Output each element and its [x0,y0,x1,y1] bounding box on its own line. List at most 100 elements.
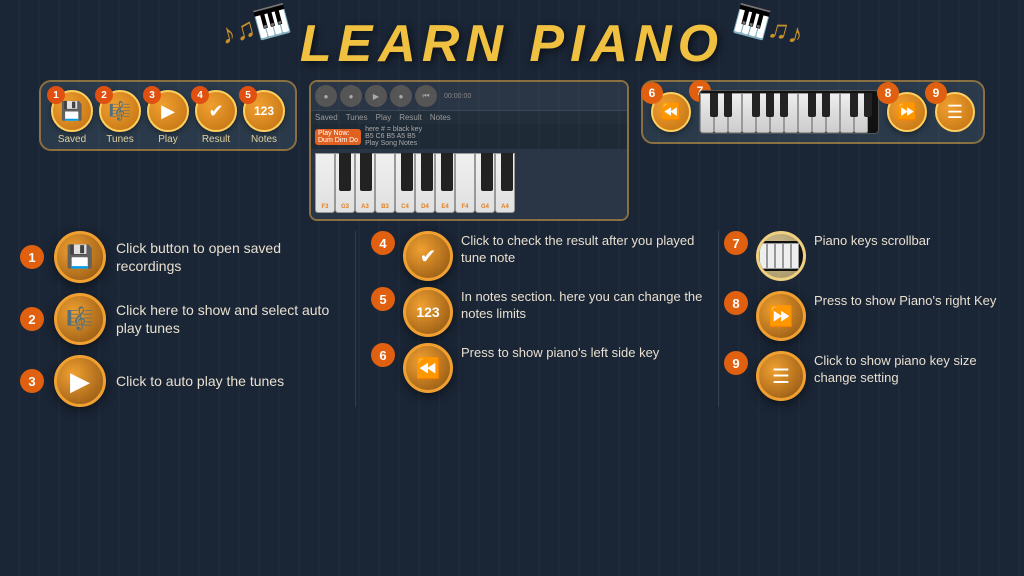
key-f4-label: F4 [461,204,468,210]
key-e4-label: E4 [441,204,448,210]
black-key-6[interactable] [481,153,493,191]
black-key-5[interactable] [441,153,453,191]
toolbar-item-tunes[interactable]: 2 🎼 Tunes [99,90,141,145]
badge6-wrap: 6 ⏪ [651,92,691,132]
callout-row-7: 7 Piano keys scrollbar [724,231,1004,281]
badge-4: 4 [191,86,209,104]
note-hint: here # = black key B5 C6 B5 A5 B5 Play S… [365,126,422,147]
callout-text-4: Click to check the result after you play… [461,231,703,267]
callout-badge-3: 3 [20,369,44,393]
black-key-2[interactable] [360,153,372,191]
note-hint-text: here # = black key [365,126,422,133]
key-a3-label: A3 [361,204,369,210]
mini-wk2 [767,243,775,269]
tunes-label: Tunes [106,134,133,145]
callout-text-2: Click here to show and select auto play … [116,301,350,337]
sbk2 [724,93,732,117]
play-now-label: Play Now: [318,130,358,137]
callout-text-3: Click to auto play the tunes [116,372,284,390]
key-f4[interactable]: F4 [455,153,475,213]
key-f3[interactable]: F3 [315,153,335,213]
play-now-box: Play Now: Dum Dim Do [315,129,361,145]
callout-text-8: Press to show Piano's right Key [814,291,996,310]
callout-icon-6[interactable]: ⏪ [403,343,453,393]
toolbar-item-result[interactable]: 4 ✔ Result [195,90,237,145]
left-callouts: 1 💾 Click button to open saved recording… [20,231,350,407]
callout-text-9: Click to show piano key size change sett… [814,351,1004,387]
callout-icon-5[interactable]: 123 [403,287,453,337]
piano-keys-area: F3 G3 A3 B3 C4 D4 E4 F4 G4 A4 [311,149,627,219]
black-key-4[interactable] [421,153,433,191]
callout-badge-2: 2 [20,307,44,331]
mini-wk3 [775,243,783,269]
black-key-3[interactable] [401,153,413,191]
badge8-wrap: 8 ⏩ [887,92,927,132]
piano-ctrl-3[interactable]: ▶ [365,85,387,107]
badge-1: 1 [47,86,65,104]
sbk9 [864,93,872,117]
scroll-piano-wrap: 7 [699,90,879,134]
piano-display: ● ● ▶ ● ⏮ 00:00:00 Saved Tunes Play Resu… [309,80,629,221]
mini-wk4 [783,243,791,269]
callout-icon-9[interactable]: ☰ [756,351,806,401]
badge-2: 2 [95,86,113,104]
piano-top-bar: ● ● ▶ ● ⏮ 00:00:00 [311,82,627,111]
callout-icon-2[interactable]: 🎼 [54,293,106,345]
key-b3-label: B3 [381,204,389,210]
callout-row-6: 6 ⏪ Press to show piano's left side key [371,343,703,393]
top-badge-8: 8 [877,82,899,104]
key-f3-label: F3 [321,204,328,210]
piano-ctrl-4[interactable]: ● [390,85,412,107]
toolbar-item-saved[interactable]: 1 💾 Saved [51,90,93,145]
top-badge-6: 6 [641,82,663,104]
piano-ctrl-2[interactable]: ● [340,85,362,107]
top-panel: 1 💾 Saved 2 🎼 Tunes 3 ▶ Play 4 ✔ Result … [0,80,1024,221]
piano-ctrl-5[interactable]: ⏮ [415,85,437,107]
callout-badge-9: 9 [724,351,748,375]
callout-badge-7: 7 [724,231,748,255]
callout-icon-3[interactable]: ▶ [54,355,106,407]
notes-label: Notes [251,134,277,145]
callout-icon-1[interactable]: 💾 [54,231,106,283]
sbk1 [710,93,718,117]
piano-scroll-panel: 6 ⏪ 7 [641,80,985,144]
divider-right [718,231,719,407]
callout-icon-4[interactable]: ✔ [403,231,453,281]
callout-row-3: 3 ▶ Click to auto play the tunes [20,355,350,407]
callout-badge-1: 1 [20,245,44,269]
play-nav: Play [376,113,392,122]
toolbar-item-notes[interactable]: 5 123 Notes [243,90,285,145]
notes-nav: Notes [430,113,451,122]
piano-ctrl-1[interactable]: ● [315,85,337,107]
right-section: 6 ⏪ 7 [641,80,985,144]
badge9-wrap: 9 ☰ [935,92,975,132]
callout-row-8: 8 ⏩ Press to show Piano's right Key [724,291,1004,341]
tunes-nav: Tunes [346,113,368,122]
music-notes-left-icon: ♪♫🎹 [217,2,293,52]
black-key-7[interactable] [501,153,513,191]
middle-callouts: 4 ✔ Click to check the result after you … [361,231,713,407]
sbk4 [766,93,774,117]
mini-piano-icon [759,241,803,271]
sbk5 [780,93,788,117]
badge-3: 3 [143,86,161,104]
callout-row-9: 9 ☰ Click to show piano key size change … [724,351,1004,401]
mini-wk1 [759,243,767,269]
key-b3[interactable]: B3 [375,153,395,213]
callout-row-4: 4 ✔ Click to check the result after you … [371,231,703,281]
callout-icon-7-piano [756,231,806,281]
piano-info-row: Play Now: Dum Dim Do here # = black key … [311,124,627,149]
toolbar: 1 💾 Saved 2 🎼 Tunes 3 ▶ Play 4 ✔ Result … [39,80,297,151]
callout-icon-8[interactable]: ⏩ [756,291,806,341]
callout-text-7: Piano keys scrollbar [814,231,930,250]
callout-text-5: In notes section. here you can change th… [461,287,703,323]
callout-badge-6: 6 [371,343,395,367]
toolbar-item-play[interactable]: 3 ▶ Play [147,90,189,145]
sbk6 [808,93,816,117]
song-name: Dum Dim Do [318,137,358,144]
black-key-1[interactable] [339,153,351,191]
toolbar-buttons: 1 💾 Saved 2 🎼 Tunes 3 ▶ Play 4 ✔ Result … [51,90,285,145]
piano-scrollbar[interactable] [699,90,879,134]
callout-badge-5: 5 [371,287,395,311]
right-callouts: 7 Piano keys scrollbar 8 ⏩ Press to show… [724,231,1004,407]
